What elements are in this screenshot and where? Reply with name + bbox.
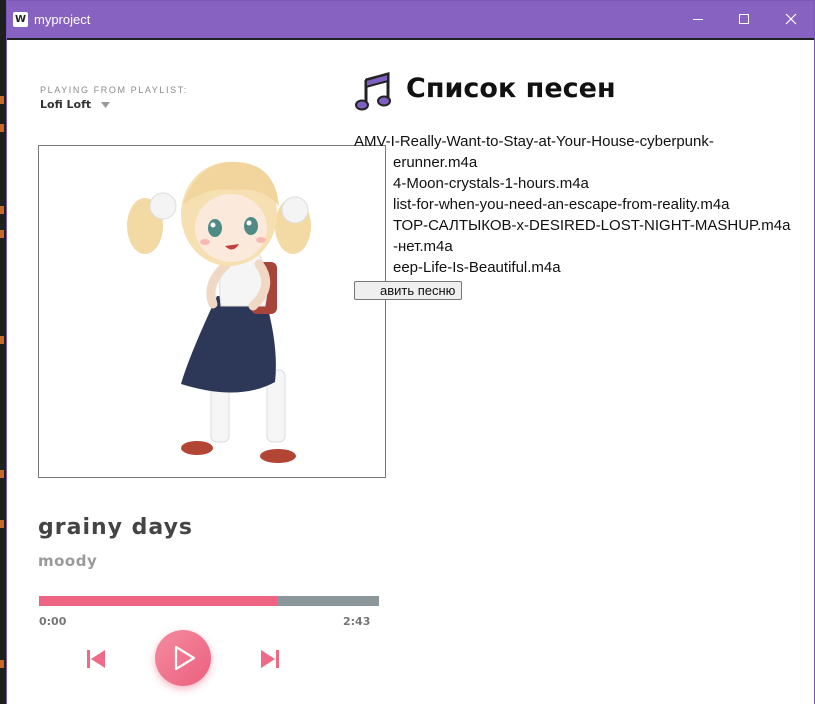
code-fragment xyxy=(0,336,4,344)
code-fragment xyxy=(0,470,4,478)
playlist-caption: PLAYING FROM PLAYLIST: xyxy=(40,85,188,95)
code-fragment xyxy=(0,206,4,214)
song-item[interactable]: -нет.m4a xyxy=(393,237,453,257)
previous-track-button[interactable] xyxy=(83,646,109,672)
song-item[interactable]: ТОР-САЛТЫКОВ-x-DESIRED-LOST-NIGHT-MASHUP… xyxy=(393,216,790,236)
track-title: grainy days xyxy=(38,515,193,540)
code-fragment xyxy=(0,660,4,668)
code-fragment xyxy=(0,520,4,528)
song-item[interactable]: eep-Life-Is-Beautiful.m4a xyxy=(393,258,561,278)
add-song-button[interactable]: авить песню xyxy=(354,281,463,300)
song-item[interactable]: 4-Moon-crystals-1-hours.m4a xyxy=(393,174,589,194)
close-button[interactable] xyxy=(768,1,814,38)
music-note-icon xyxy=(355,72,391,111)
next-track-button[interactable] xyxy=(257,646,283,672)
minimize-button[interactable] xyxy=(675,1,721,38)
minimize-icon xyxy=(693,19,703,20)
song-item[interactable]: AMV-I-Really-Want-to-Stay-at-Your-House-… xyxy=(354,132,714,152)
close-icon xyxy=(785,13,797,25)
skip-previous-icon xyxy=(87,650,105,668)
title-bar[interactable]: W myproject xyxy=(7,1,814,38)
window-title: myproject xyxy=(34,12,91,27)
progress-bar[interactable] xyxy=(39,596,379,606)
code-fragment xyxy=(0,96,4,104)
track-artist: moody xyxy=(38,552,98,570)
app-window: W myproject PLAYING FROM PLAYLIST: Lofi … xyxy=(6,0,815,704)
app-content: PLAYING FROM PLAYLIST: Lofi Loft grainy … xyxy=(7,38,814,704)
skip-next-icon xyxy=(261,650,279,668)
play-button[interactable] xyxy=(155,630,211,686)
song-item[interactable]: list-for-when-you-need-an-escape-from-re… xyxy=(393,195,730,215)
song-list-title: Список песен xyxy=(406,73,616,104)
song-item[interactable]: erunner.m4a xyxy=(393,153,477,173)
maximize-icon xyxy=(739,14,749,24)
code-fragment xyxy=(0,124,4,132)
maximize-button[interactable] xyxy=(721,1,767,38)
time-total: 2:43 xyxy=(343,615,371,628)
progress-bar-fill xyxy=(39,596,277,606)
app-logo-icon: W xyxy=(13,12,28,27)
code-fragment xyxy=(0,230,4,238)
playlist-selector[interactable]: Lofi Loft xyxy=(40,98,91,111)
time-current: 0:00 xyxy=(39,615,67,628)
chevron-down-icon[interactable] xyxy=(101,102,110,108)
play-icon xyxy=(174,645,196,671)
